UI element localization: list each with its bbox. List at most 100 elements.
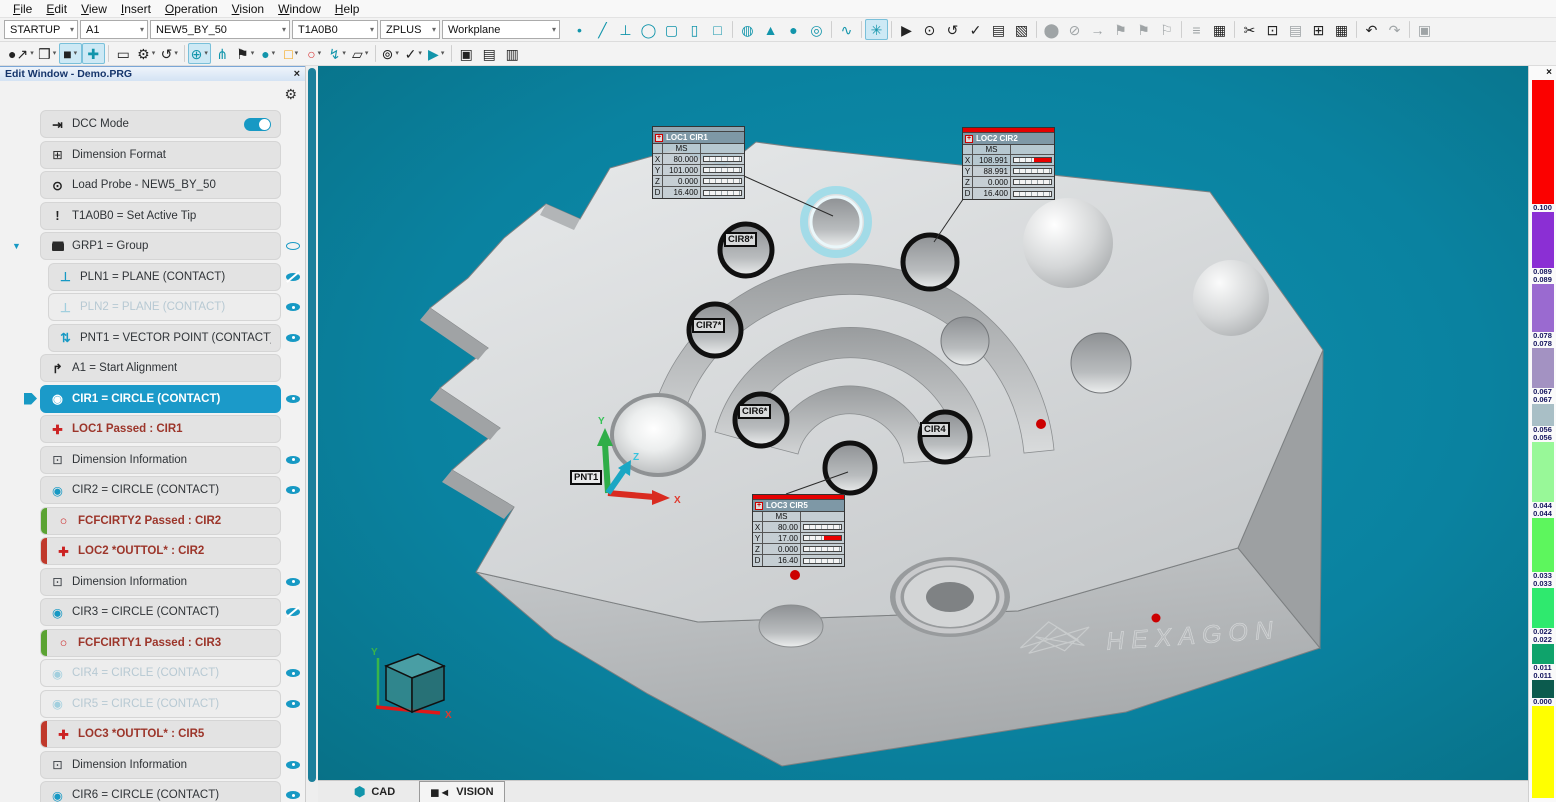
command-item[interactable]: CIR4 = CIRCLE (CONTACT) xyxy=(40,659,281,687)
strategy-icon[interactable]: ⊚ xyxy=(379,43,402,64)
viewports-icon[interactable]: ⊕ xyxy=(188,43,211,64)
redo-icon[interactable]: ↷ xyxy=(1383,19,1406,40)
command-item[interactable]: PLN1 = PLANE (CONTACT) xyxy=(48,263,281,291)
menu-item[interactable]: Vision xyxy=(225,2,271,16)
command-item[interactable]: CIR1 = CIRCLE (CONTACT) xyxy=(40,385,281,413)
menu-item[interactable]: File xyxy=(6,2,39,16)
menu-item[interactable]: Window xyxy=(271,2,328,16)
report-run-icon[interactable]: ▤ xyxy=(987,19,1010,40)
change-icon[interactable]: ↺ xyxy=(941,19,964,40)
separator[interactable] xyxy=(1409,21,1410,38)
measured-hole-cir5[interactable] xyxy=(825,443,875,493)
probe-disable-icon[interactable]: ⊘ xyxy=(1063,19,1086,40)
cut-icon[interactable]: ✂ xyxy=(1238,19,1261,40)
stop-icon[interactable]: ⬤ xyxy=(1040,19,1063,40)
command-item[interactable]: FCFCIRTY2 Passed : CIR2 xyxy=(40,507,281,535)
report-preview-icon[interactable]: ▤ xyxy=(478,43,501,64)
command-item[interactable]: LOC2 *OUTTOL* : CIR2 xyxy=(40,537,281,565)
visibility-eye-icon[interactable] xyxy=(285,696,301,712)
separator[interactable] xyxy=(451,45,452,62)
measurement-label-loc3[interactable]: +LOC3 CIR5 MS X 80.00 Y 17.00 Z 0.000 xyxy=(752,494,845,567)
dcc-mode-toggle[interactable] xyxy=(244,118,271,131)
summary-list-icon[interactable]: ≡ xyxy=(1185,19,1208,40)
edit-window-settings-button[interactable]: ⚙ xyxy=(284,86,297,103)
command-item[interactable]: CIR3 = CIRCLE (CONTACT) xyxy=(40,598,281,626)
probe-path-icon[interactable]: ⋔ xyxy=(211,43,234,64)
paste-icon[interactable]: ▤ xyxy=(1284,19,1307,40)
report-cancel-icon[interactable]: ▧ xyxy=(1010,19,1033,40)
rotate-icon[interactable]: ↺ xyxy=(158,43,181,64)
report-window-icon[interactable]: ▦ xyxy=(1208,19,1231,40)
bookmark-clear-icon[interactable]: ⚐ xyxy=(1155,19,1178,40)
feature-tag-cir4[interactable]: CIR4 xyxy=(920,422,950,437)
visibility-eye-icon[interactable] xyxy=(285,757,301,773)
point-icon[interactable]: • xyxy=(568,19,591,40)
bookmark-pin-icon[interactable]: ⚑ xyxy=(1132,19,1155,40)
separator[interactable] xyxy=(375,45,376,62)
separator[interactable] xyxy=(1356,21,1357,38)
command-item[interactable]: PNT1 = VECTOR POINT (CONTACT) xyxy=(48,324,281,352)
wireframe-view-icon[interactable]: ❒ xyxy=(36,43,59,64)
command-item[interactable]: T1A0B0 = Set Active Tip xyxy=(40,202,281,230)
continue-icon[interactable]: → xyxy=(1086,19,1109,40)
torus-icon[interactable]: ◎ xyxy=(805,19,828,40)
toolbar-dropdown[interactable]: T1A0B0▾ xyxy=(292,20,378,39)
menu-item[interactable]: View xyxy=(74,2,114,16)
cone-icon[interactable]: ▲ xyxy=(759,19,782,40)
separator[interactable] xyxy=(1036,21,1037,38)
measured-hole-cir6[interactable] xyxy=(735,394,787,446)
visibility-eye-icon[interactable] xyxy=(285,238,301,254)
separator[interactable] xyxy=(732,21,733,38)
curve-icon[interactable]: ∿ xyxy=(835,19,858,40)
feature-tag-cir6[interactable]: CIR6* xyxy=(738,404,771,419)
command-item[interactable]: CIR2 = CIRCLE (CONTACT) xyxy=(40,476,281,504)
visibility-eye-icon[interactable] xyxy=(285,299,301,315)
edit-window-scrollbar[interactable] xyxy=(306,66,318,802)
snapshot-camera-icon[interactable]: ▣ xyxy=(455,43,478,64)
bookmark-icon[interactable]: ⚑ xyxy=(1109,19,1132,40)
cylinder-icon[interactable]: ◍ xyxy=(736,19,759,40)
print-icon[interactable]: ▣ xyxy=(1413,19,1436,40)
edit-window-close-button[interactable]: × xyxy=(294,68,300,80)
separator[interactable] xyxy=(184,45,185,62)
visibility-eye-icon[interactable] xyxy=(285,604,301,620)
pan-icon[interactable]: ✚ xyxy=(82,43,105,64)
selected-hole-cir1[interactable] xyxy=(804,190,868,254)
paste-special-icon[interactable]: ⊞ xyxy=(1307,19,1330,40)
confirm-icon[interactable]: ✓ xyxy=(402,43,425,64)
rectangle-feature-icon[interactable]: □ xyxy=(706,19,729,40)
command-item[interactable]: Load Probe - NEW5_BY_50 xyxy=(40,171,281,199)
visibility-eye-icon[interactable] xyxy=(285,330,301,346)
copy-icon[interactable]: ⊡ xyxy=(1261,19,1284,40)
plane-icon[interactable]: ⊥ xyxy=(614,19,637,40)
cad-viewport[interactable]: HEXAGON Y X Z Y X xyxy=(318,66,1528,780)
visibility-eye-icon[interactable] xyxy=(285,452,301,468)
results-chart-icon[interactable]: ▥ xyxy=(501,43,524,64)
feature-tag-cir8[interactable]: CIR8* xyxy=(724,232,757,247)
command-item[interactable]: PLN2 = PLANE (CONTACT) xyxy=(48,293,281,321)
separator[interactable] xyxy=(1181,21,1182,38)
menu-item[interactable]: Insert xyxy=(114,2,158,16)
pattern-icon[interactable]: ▦ xyxy=(1330,19,1353,40)
command-item[interactable]: GRP1 = Group xyxy=(40,232,281,260)
tab-vision[interactable]: ◼◄ VISION xyxy=(419,781,504,802)
round-slot-icon[interactable]: ▢ xyxy=(660,19,683,40)
run-mode-icon[interactable]: ▶ xyxy=(425,43,448,64)
separator[interactable] xyxy=(831,21,832,38)
square-slot-icon[interactable]: ▯ xyxy=(683,19,706,40)
menu-item[interactable]: Edit xyxy=(39,2,74,16)
settings-icon[interactable]: ⚙ xyxy=(135,43,158,64)
toolbar-dropdown[interactable]: ZPLUS▾ xyxy=(380,20,440,39)
command-item[interactable]: CIR5 = CIRCLE (CONTACT) xyxy=(40,690,281,718)
separator[interactable] xyxy=(1234,21,1235,38)
duplicate-view-icon[interactable]: ▱ xyxy=(349,43,372,64)
sphere-view-icon[interactable]: ● xyxy=(257,43,280,64)
menu-item[interactable]: Help xyxy=(328,2,367,16)
visibility-eye-icon[interactable] xyxy=(285,391,301,407)
visibility-eye-icon[interactable] xyxy=(285,787,301,802)
command-item[interactable]: Dimension Information xyxy=(40,751,281,779)
command-item[interactable]: DCC Mode xyxy=(40,110,281,138)
command-item[interactable]: A1 = Start Alignment xyxy=(40,354,281,382)
execute-feature-icon[interactable]: ⊙ xyxy=(918,19,941,40)
sphere-icon[interactable]: ● xyxy=(782,19,805,40)
